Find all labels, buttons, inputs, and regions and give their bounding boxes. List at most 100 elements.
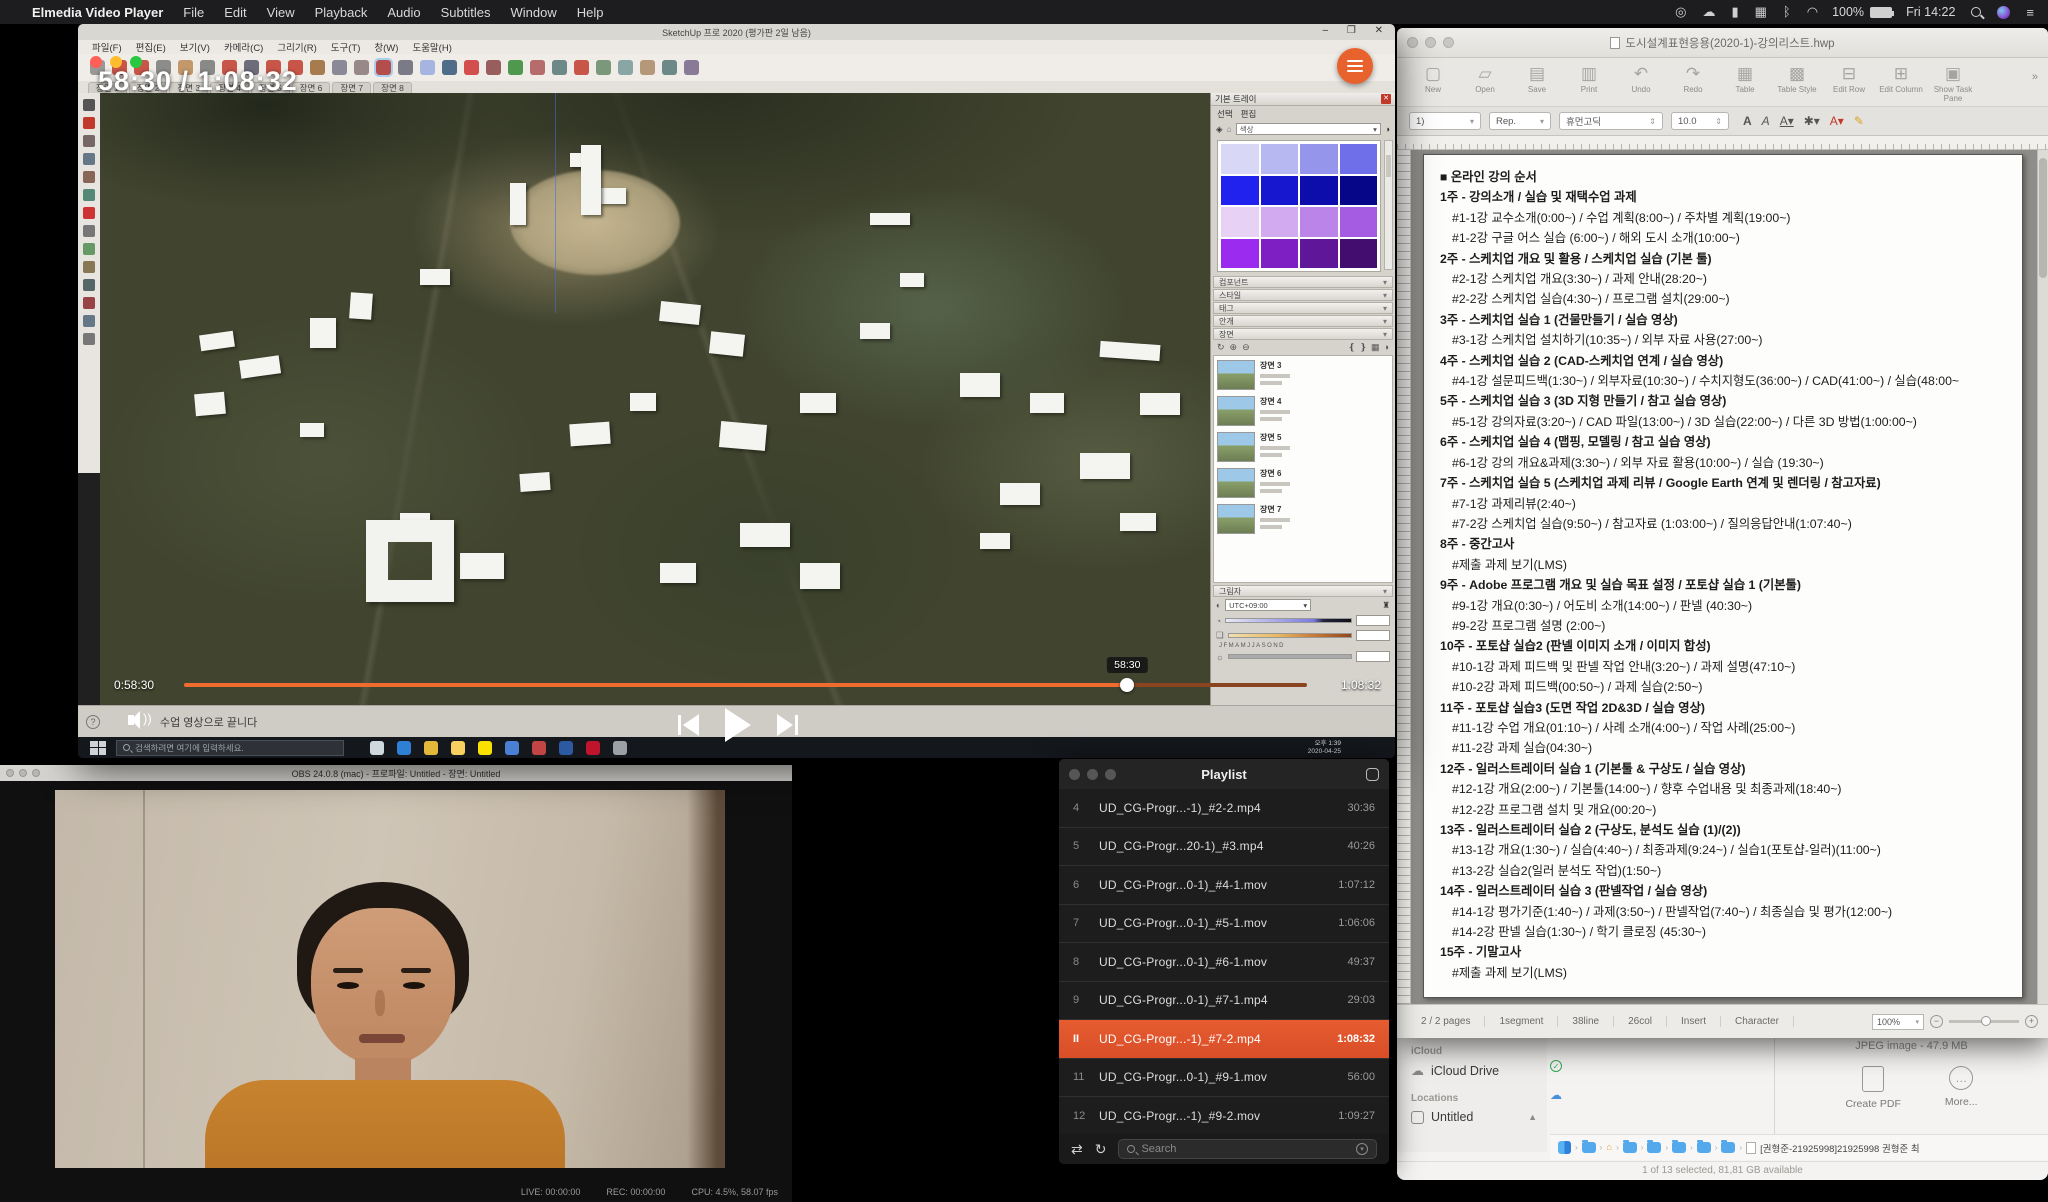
- hwp-toolbar-button[interactable]: ↷ Redo: [1667, 63, 1719, 103]
- color-swatch[interactable]: [1261, 207, 1299, 237]
- UD_CG-Progr...0-1)_#4-1.mov[interactable]: 6 UD_CG-Progr...0-1)_#4-1.mov 1:07:12: [1059, 866, 1389, 905]
- folder-icon[interactable]: [451, 741, 465, 755]
- color-swatch[interactable]: [1221, 144, 1259, 174]
- color-swatch[interactable]: [1340, 144, 1378, 174]
- menubar-menu-item[interactable]: View: [267, 5, 295, 20]
- color-swatch[interactable]: [1261, 144, 1299, 174]
- color-swatch[interactable]: [1261, 176, 1299, 206]
- hwp-page[interactable]: ■ 온라인 강의 순서1주 - 강의소개 / 실습 및 재택수업 과제#1-1강…: [1423, 154, 2023, 998]
- active-app-name[interactable]: Elmedia Video Player: [32, 5, 163, 20]
- italic-icon[interactable]: A: [1762, 114, 1770, 128]
- siri-icon[interactable]: [1997, 6, 2010, 19]
- obs-traffic-lights[interactable]: [6, 769, 40, 777]
- hwp-toolbar-button[interactable]: ↶ Undo: [1615, 63, 1667, 103]
- filter-chevron-icon[interactable]: ▾: [1356, 1143, 1368, 1155]
- gray-app-icon[interactable]: [613, 741, 627, 755]
- zoom-in-icon[interactable]: +: [2025, 1015, 2038, 1028]
- playlist-traffic-lights[interactable]: [1069, 769, 1116, 780]
- hwp-toolbar-button[interactable]: ▩ Table Style: [1771, 63, 1823, 103]
- menubar-menu-item[interactable]: Window: [510, 5, 556, 20]
- path-folder-icon[interactable]: [1672, 1142, 1686, 1153]
- hwp-toolbar-button[interactable]: ▤ Save: [1511, 63, 1563, 103]
- chrome-icon[interactable]: [424, 741, 438, 755]
- path-folder-icon[interactable]: [1647, 1142, 1661, 1153]
- player-menu-button[interactable]: [1337, 48, 1373, 84]
- hwp-scrollbar[interactable]: [2037, 150, 2048, 1004]
- menubar-menu-item[interactable]: File: [183, 5, 204, 20]
- shuffle-icon[interactable]: ⇄: [1071, 1141, 1083, 1158]
- color-swatch[interactable]: [1300, 176, 1338, 206]
- UD_CG-Progr...-1)_#9-2.mov[interactable]: 12 UD_CG-Progr...-1)_#9-2.mov 1:09:27: [1059, 1097, 1389, 1136]
- seek-knob[interactable]: [1120, 678, 1134, 692]
- color-swatch[interactable]: [1340, 239, 1378, 269]
- spotlight-icon[interactable]: [1971, 7, 1981, 17]
- highlight-icon[interactable]: ✎: [1854, 114, 1864, 128]
- underline-icon[interactable]: A▾: [1780, 114, 1794, 128]
- wifi-icon[interactable]: ◠: [1807, 4, 1818, 19]
- obs-icon[interactable]: ◎: [1675, 4, 1686, 19]
- sidebar-item-untitled-device[interactable]: Untitled ▲: [1411, 1110, 1547, 1124]
- red-app-icon[interactable]: [532, 741, 546, 755]
- next-button[interactable]: [777, 714, 798, 736]
- zoom-level-dropdown[interactable]: 100%▾: [1872, 1014, 1924, 1030]
- finder-icon[interactable]: [1558, 1141, 1571, 1154]
- bookmark-icon[interactable]: ▮: [1731, 4, 1738, 19]
- color-swatch[interactable]: [1300, 207, 1338, 237]
- zoom-out-icon[interactable]: −: [1930, 1015, 1943, 1028]
- edge-icon[interactable]: [397, 741, 411, 755]
- hwp-toolbar-button[interactable]: ▣ Show Task Pane: [1927, 63, 1979, 103]
- home-icon[interactable]: ⌂: [1606, 1142, 1612, 1153]
- color-swatch[interactable]: [1340, 176, 1378, 206]
- menubar-menu-item[interactable]: Help: [577, 5, 604, 20]
- effects-icon[interactable]: ✱▾: [1804, 114, 1820, 128]
- task-view-icon[interactable]: [370, 741, 384, 755]
- font-size-stepper[interactable]: 10.0⇕: [1671, 112, 1729, 130]
- bluetooth-icon[interactable]: ᛒ: [1783, 4, 1791, 19]
- menubar-menu-item[interactable]: Subtitles: [441, 5, 491, 20]
- sidebar-item-icloud-drive[interactable]: ☁ iCloud Drive: [1411, 1063, 1547, 1079]
- seek-bar[interactable]: 58:30: [184, 683, 1307, 687]
- hwp-toolbar-button[interactable]: ⊞ Edit Column: [1875, 63, 1927, 103]
- hwp-toolbar-button[interactable]: ▦ Table: [1719, 63, 1771, 103]
- eject-icon[interactable]: ▲: [1528, 1112, 1537, 1122]
- template-dropdown[interactable]: Rep.▾: [1489, 112, 1551, 130]
- color-swatch[interactable]: [1221, 239, 1259, 269]
- menubar-menu-item[interactable]: Audio: [387, 5, 420, 20]
- UD_CG-Progr...-1)_#2-2.mp4[interactable]: 4 UD_CG-Progr...-1)_#2-2.mp4 30:36: [1059, 789, 1389, 828]
- UD_CG-Progr...0-1)_#6-1.mov[interactable]: 8 UD_CG-Progr...0-1)_#6-1.mov 49:37: [1059, 943, 1389, 982]
- hwp-toolbar-button[interactable]: ▥ Print: [1563, 63, 1615, 103]
- previous-button[interactable]: [678, 714, 699, 736]
- UD_CG-Progr...0-1)_#7-1.mp4[interactable]: 9 UD_CG-Progr...0-1)_#7-1.mp4 29:03: [1059, 982, 1389, 1021]
- kakaotalk-icon[interactable]: [478, 741, 492, 755]
- detach-window-icon[interactable]: [1366, 768, 1379, 781]
- path-folder-icon[interactable]: [1721, 1142, 1735, 1153]
- bold-icon[interactable]: A: [1743, 114, 1752, 128]
- color-swatch[interactable]: [1221, 176, 1259, 206]
- UD_CG-Progr...0-1)_#5-1.mov[interactable]: 7 UD_CG-Progr...0-1)_#5-1.mov 1:06:06: [1059, 905, 1389, 944]
- toolbar-overflow-chevron[interactable]: »: [2032, 63, 2038, 83]
- path-folder-icon[interactable]: [1623, 1142, 1637, 1153]
- UD_CG-Progr...-1)_#7-2.mp4[interactable]: II UD_CG-Progr...-1)_#7-2.mp4 1:08:32: [1059, 1020, 1389, 1059]
- font-color-icon[interactable]: A▾: [1830, 114, 1844, 128]
- color-swatch[interactable]: [1261, 239, 1299, 269]
- menubar-menu-item[interactable]: Playback: [315, 5, 368, 20]
- path-folder-icon[interactable]: [1697, 1142, 1711, 1153]
- docs-icon[interactable]: [505, 741, 519, 755]
- playlist-search-input[interactable]: Search ▾: [1118, 1139, 1377, 1159]
- color-swatch[interactable]: [1221, 207, 1259, 237]
- color-swatch[interactable]: [1300, 144, 1338, 174]
- repeat-icon[interactable]: ↻: [1095, 1141, 1107, 1158]
- color-swatch[interactable]: [1340, 207, 1378, 237]
- hwp-icon[interactable]: [586, 741, 600, 755]
- volume-button[interactable]: )): [128, 710, 154, 732]
- hwp-traffic-lights[interactable]: [1407, 37, 1454, 48]
- zoom-slider[interactable]: [1949, 1020, 2019, 1023]
- font-dropdown[interactable]: 휴먼고딕⇕: [1559, 112, 1663, 130]
- path-folder-icon[interactable]: [1582, 1142, 1596, 1153]
- menubar-menu-item[interactable]: Edit: [224, 5, 246, 20]
- notification-center-icon[interactable]: ≡: [2026, 5, 2034, 20]
- selected-file-name[interactable]: [권형준-21925998]21925998 권형준 최: [1760, 1141, 1919, 1155]
- hwp-toolbar-button[interactable]: ▢ New: [1407, 63, 1459, 103]
- photoshop-icon[interactable]: [559, 741, 573, 755]
- more-button[interactable]: … More...: [1945, 1066, 1978, 1110]
